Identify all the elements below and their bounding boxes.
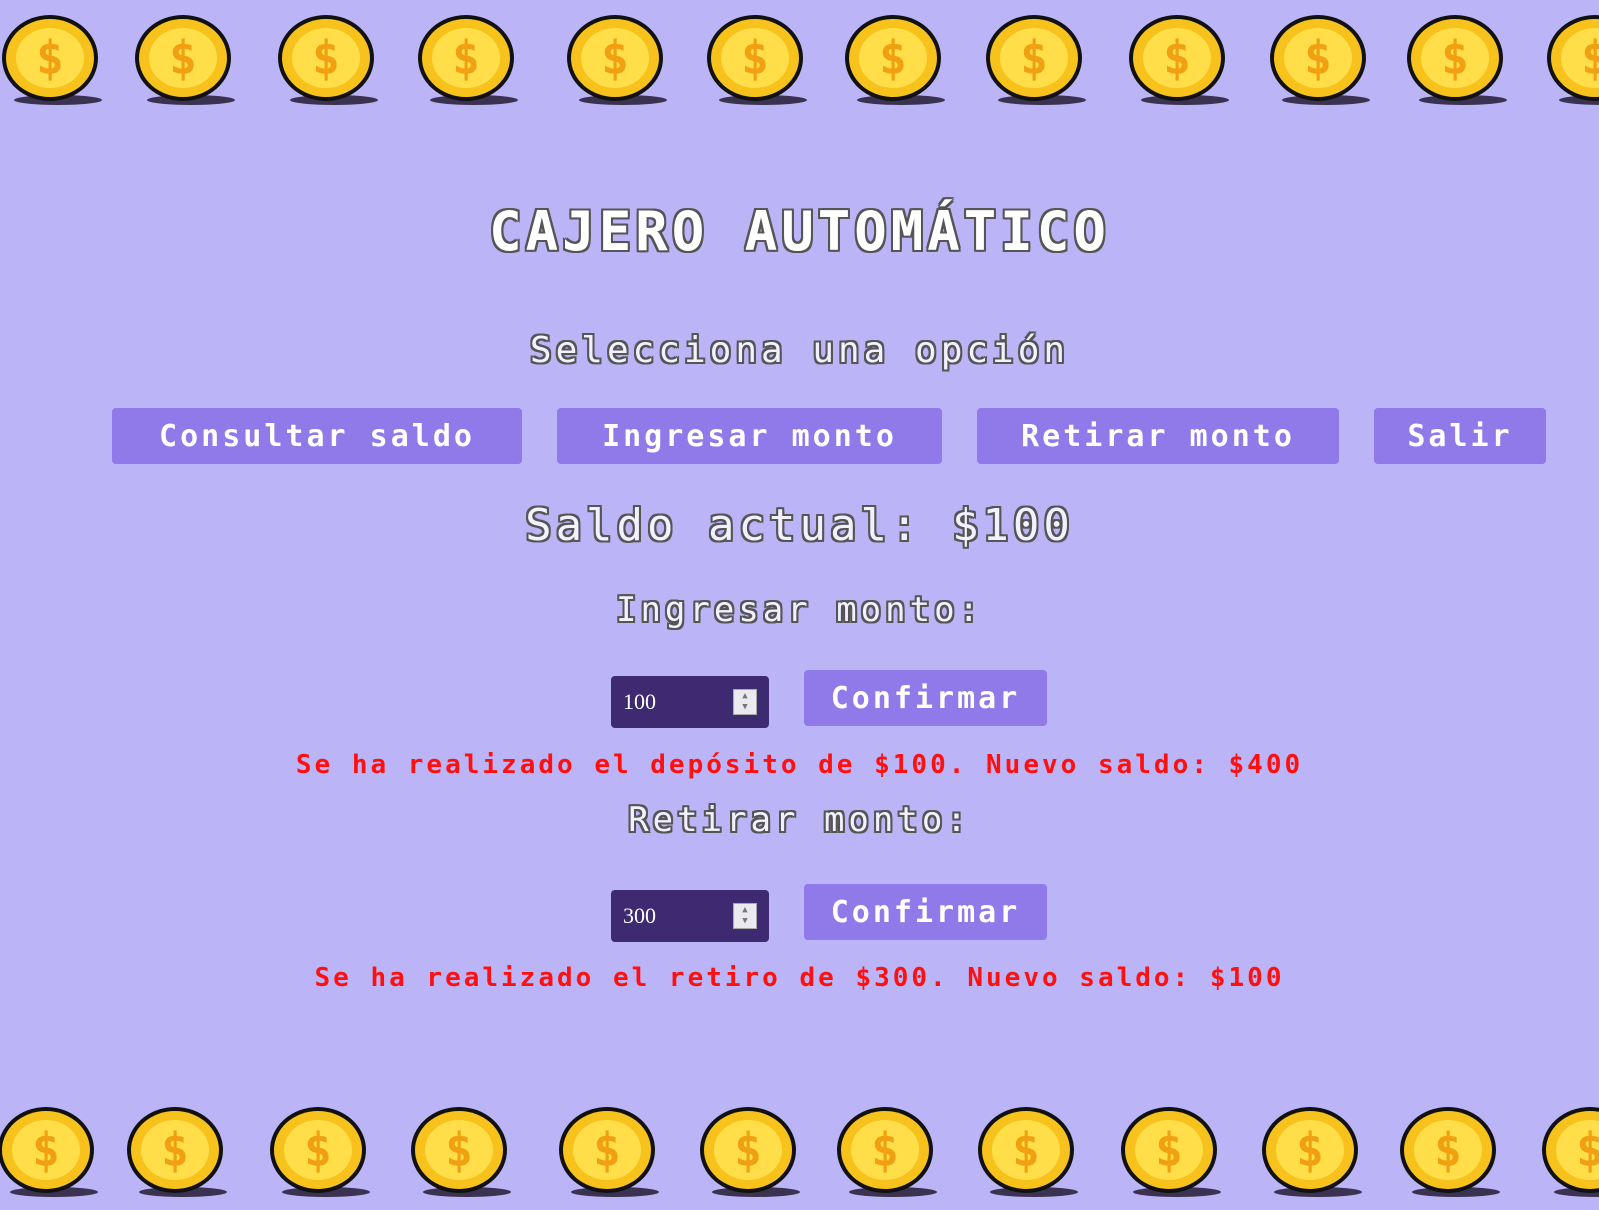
- top-coin-border: $ $ $ $ $ $ $ $ $ $ $ $: [0, 8, 1599, 118]
- deposit-button[interactable]: Ingresar monto: [557, 408, 942, 464]
- gold-coin-icon: $: [1398, 1100, 1508, 1200]
- gold-coin-icon: $: [1545, 8, 1599, 108]
- chevron-down-icon[interactable]: ▼: [742, 702, 747, 713]
- bottom-coin-border: $ $ $ $ $ $ $ $ $ $ $ $: [0, 1100, 1599, 1210]
- svg-text:$: $: [169, 31, 197, 85]
- svg-text:$: $: [312, 31, 340, 85]
- svg-text:$: $: [1163, 31, 1191, 85]
- number-stepper[interactable]: ▲ ▼: [733, 689, 757, 715]
- deposit-status-message: Se ha realizado el depósito de $100. Nue…: [295, 750, 1304, 780]
- gold-coin-icon: $: [125, 1100, 235, 1200]
- svg-text:$: $: [1304, 31, 1332, 85]
- withdraw-label: Retirar monto:: [628, 800, 971, 840]
- svg-text:$: $: [1296, 1123, 1324, 1177]
- gold-coin-icon: $: [557, 1100, 667, 1200]
- svg-text:$: $: [1441, 31, 1469, 85]
- deposit-label: Ingresar monto:: [615, 590, 984, 630]
- svg-text:$: $: [445, 1123, 473, 1177]
- svg-text:$: $: [36, 31, 64, 85]
- withdraw-amount-field[interactable]: ▲ ▼: [611, 890, 769, 942]
- page-title: CAJERO AUTOMÁTICO: [489, 200, 1110, 263]
- gold-coin-icon: $: [0, 8, 110, 108]
- exit-button[interactable]: Salir: [1374, 408, 1546, 464]
- svg-text:$: $: [161, 1123, 189, 1177]
- svg-text:$: $: [1576, 1123, 1599, 1177]
- svg-text:$: $: [734, 1123, 762, 1177]
- gold-coin-icon: $: [835, 1100, 945, 1200]
- gold-coin-icon: $: [1540, 1100, 1599, 1200]
- gold-coin-icon: $: [843, 8, 953, 108]
- svg-text:$: $: [304, 1123, 332, 1177]
- number-stepper[interactable]: ▲ ▼: [733, 903, 757, 929]
- gold-coin-icon: $: [416, 8, 526, 108]
- svg-text:$: $: [871, 1123, 899, 1177]
- gold-coin-icon: $: [565, 8, 675, 108]
- withdraw-button[interactable]: Retirar monto: [977, 408, 1339, 464]
- svg-text:$: $: [452, 31, 480, 85]
- svg-text:$: $: [1020, 31, 1048, 85]
- svg-text:$: $: [1581, 31, 1599, 85]
- confirm-withdraw-button[interactable]: Confirmar: [804, 884, 1047, 940]
- gold-coin-icon: $: [276, 8, 386, 108]
- gold-coin-icon: $: [1268, 8, 1378, 108]
- withdraw-status-message: Se ha realizado el retiro de $300. Nuevo…: [314, 963, 1285, 993]
- current-balance: Saldo actual: $100: [525, 500, 1074, 551]
- gold-coin-icon: $: [1405, 8, 1515, 108]
- withdraw-amount-input[interactable]: [623, 890, 723, 942]
- gold-coin-icon: $: [0, 1100, 106, 1200]
- deposit-amount-field[interactable]: ▲ ▼: [611, 676, 769, 728]
- gold-coin-icon: $: [976, 1100, 1086, 1200]
- gold-coin-icon: $: [1119, 1100, 1229, 1200]
- gold-coin-icon: $: [1260, 1100, 1370, 1200]
- chevron-up-icon[interactable]: ▲: [742, 691, 747, 702]
- check-balance-button[interactable]: Consultar saldo: [112, 408, 522, 464]
- menu-prompt: Selecciona una opción: [529, 330, 1070, 371]
- chevron-up-icon[interactable]: ▲: [742, 905, 747, 916]
- svg-text:$: $: [1155, 1123, 1183, 1177]
- gold-coin-icon: $: [698, 1100, 808, 1200]
- svg-text:$: $: [879, 31, 907, 85]
- svg-text:$: $: [1012, 1123, 1040, 1177]
- deposit-amount-input[interactable]: [623, 676, 723, 728]
- svg-text:$: $: [32, 1123, 60, 1177]
- svg-text:$: $: [1434, 1123, 1462, 1177]
- gold-coin-icon: $: [133, 8, 243, 108]
- confirm-deposit-button[interactable]: Confirmar: [804, 670, 1047, 726]
- gold-coin-icon: $: [984, 8, 1094, 108]
- gold-coin-icon: $: [268, 1100, 378, 1200]
- gold-coin-icon: $: [409, 1100, 519, 1200]
- gold-coin-icon: $: [705, 8, 815, 108]
- svg-text:$: $: [741, 31, 769, 85]
- gold-coin-icon: $: [1127, 8, 1237, 108]
- svg-text:$: $: [593, 1123, 621, 1177]
- svg-text:$: $: [601, 31, 629, 85]
- chevron-down-icon[interactable]: ▼: [742, 916, 747, 927]
